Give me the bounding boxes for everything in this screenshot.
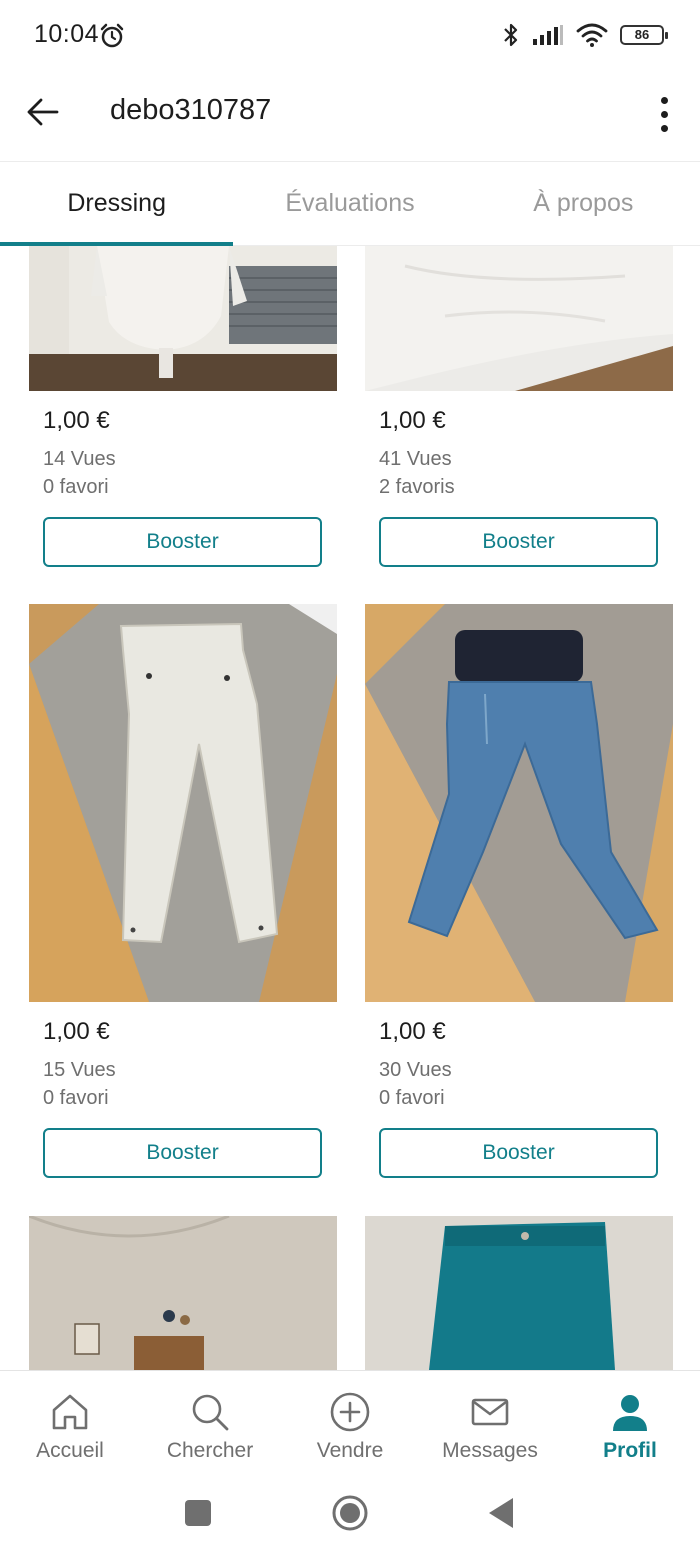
- more-vertical-icon: [660, 96, 668, 104]
- item-photo[interactable]: [29, 246, 337, 391]
- booster-button[interactable]: Booster: [379, 1128, 658, 1178]
- signal-icon: [533, 25, 563, 45]
- items-grid: 1,00 € 14 Vues 0 favori Booster 1,00 € 4…: [0, 246, 700, 1370]
- mail-icon: [471, 1398, 509, 1426]
- page-title: debo310787: [110, 94, 272, 126]
- recents-icon[interactable]: [184, 1498, 212, 1528]
- nav-label: Messages: [442, 1439, 538, 1462]
- item-price: 1,00 €: [379, 1018, 446, 1045]
- item-price: 1,00 €: [43, 1018, 110, 1045]
- bluetooth-icon: [504, 23, 518, 47]
- item-favorites: 0 favori: [43, 1087, 109, 1109]
- item-favorites: 2 favoris: [379, 476, 455, 498]
- booster-button[interactable]: Booster: [43, 1128, 322, 1178]
- item-card[interactable]: 1,00 € 14 Vues 0 favori Booster: [29, 246, 337, 567]
- nav-label: Chercher: [166, 1439, 254, 1462]
- nav-profil[interactable]: Profil: [560, 1371, 700, 1480]
- home-button-icon[interactable]: [331, 1494, 369, 1532]
- nav-chercher[interactable]: Chercher: [140, 1371, 280, 1480]
- item-card[interactable]: [365, 1216, 673, 1370]
- back-nav-icon[interactable]: [487, 1496, 515, 1530]
- item-card[interactable]: [29, 1216, 337, 1370]
- home-icon: [52, 1394, 88, 1430]
- booster-button[interactable]: Booster: [43, 517, 322, 567]
- item-card[interactable]: 1,00 € 30 Vues 0 favori Booster: [365, 604, 673, 1178]
- back-button[interactable]: [20, 90, 64, 134]
- nav-messages[interactable]: Messages: [420, 1371, 560, 1480]
- nav-vendre[interactable]: Vendre: [280, 1371, 420, 1480]
- nav-label: Vendre: [316, 1439, 384, 1462]
- nav-label: Accueil: [36, 1439, 104, 1462]
- item-views: 14 Vues: [43, 448, 116, 470]
- item-views: 30 Vues: [379, 1059, 452, 1081]
- tab-a-propos[interactable]: À propos: [467, 162, 700, 245]
- tab-evaluations[interactable]: Évaluations: [233, 162, 466, 245]
- item-views: 15 Vues: [43, 1059, 116, 1081]
- item-views: 41 Vues: [379, 448, 452, 470]
- bottom-nav: Accueil Chercher Vendre Messages Profil: [0, 1370, 700, 1480]
- item-photo[interactable]: [365, 246, 673, 391]
- arrow-left-icon: [27, 98, 59, 126]
- profile-tabs: Dressing Évaluations À propos: [0, 162, 700, 246]
- plus-circle-icon: [330, 1392, 370, 1432]
- item-photo[interactable]: [365, 604, 673, 1002]
- person-icon: [613, 1395, 647, 1431]
- item-favorites: 0 favori: [43, 476, 109, 498]
- status-time: 10:04: [34, 20, 100, 48]
- item-photo[interactable]: [29, 1216, 337, 1370]
- nav-label: Profil: [603, 1439, 657, 1462]
- item-photo[interactable]: [29, 604, 337, 1002]
- more-options-button[interactable]: [650, 90, 678, 138]
- item-photo[interactable]: [365, 1216, 673, 1370]
- item-card[interactable]: 1,00 € 15 Vues 0 favori Booster: [29, 604, 337, 1178]
- battery-icon: 86: [620, 25, 668, 45]
- alarm-icon: [100, 23, 124, 48]
- item-favorites: 0 favori: [379, 1087, 445, 1109]
- booster-button[interactable]: Booster: [379, 517, 658, 567]
- system-nav-bar: [0, 1480, 700, 1556]
- app-bar: debo310787: [0, 70, 700, 162]
- item-price: 1,00 €: [43, 407, 110, 434]
- search-icon: [192, 1394, 229, 1431]
- tab-dressing[interactable]: Dressing: [0, 162, 234, 246]
- item-card[interactable]: 1,00 € 41 Vues 2 favoris Booster: [365, 246, 673, 567]
- wifi-icon: [576, 23, 608, 47]
- item-price: 1,00 €: [379, 407, 446, 434]
- status-bar: 10:04 86: [0, 0, 700, 70]
- nav-accueil[interactable]: Accueil: [0, 1371, 140, 1480]
